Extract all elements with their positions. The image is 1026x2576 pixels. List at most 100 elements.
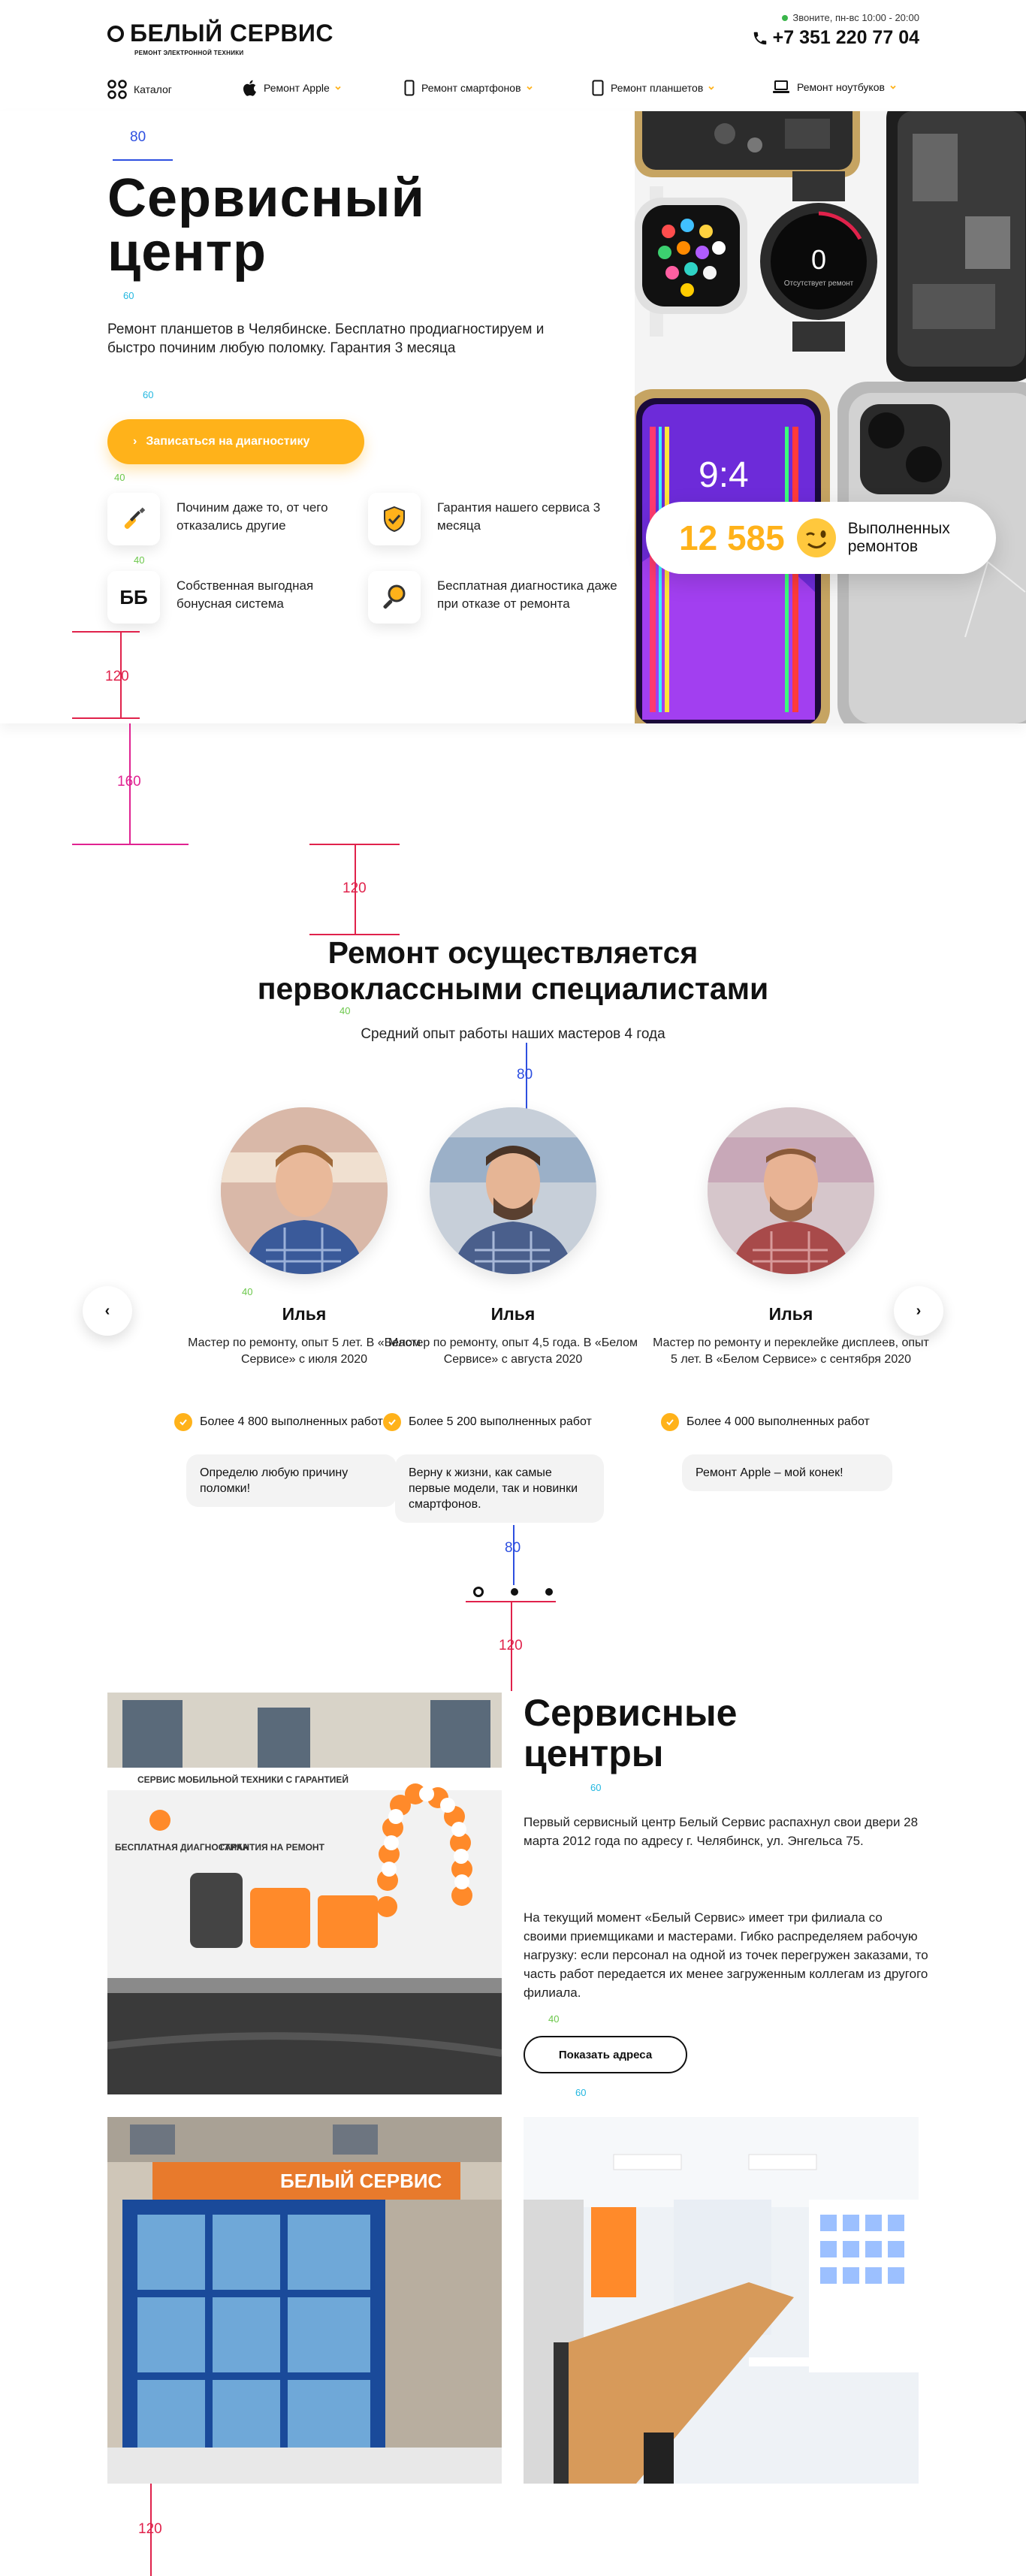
nav-item-smartphones[interactable]: Ремонт смартфонов xyxy=(404,80,533,96)
feature-item: Бесплатная диагностика даже при отказе о… xyxy=(368,571,617,624)
nav-item-catalog[interactable]: Каталог xyxy=(107,80,172,99)
service-center-photo-2: БЕЛЫЙ СЕРВИС xyxy=(107,2117,502,2484)
spacing-annotation: 80 xyxy=(130,129,146,145)
nav-item-apple[interactable]: Ремонт Apple xyxy=(242,80,341,96)
chevron-right-icon: › xyxy=(133,435,137,448)
service-centers-text-1: Первый сервисный центр Белый Сервис расп… xyxy=(524,1815,919,1848)
master-name: Илья xyxy=(768,1304,813,1324)
spacing-annotation: 60 xyxy=(123,290,134,301)
chevron-left-icon: ‹ xyxy=(104,1302,110,1319)
pagination-dot[interactable] xyxy=(545,1588,553,1596)
logo-text: БЕЛЫЙ СЕРВИС xyxy=(130,20,334,47)
feature-item: Гарантия нашего сервиса 3 месяца xyxy=(368,493,617,545)
site-header: БЕЛЫЙ СЕРВИС РЕМОНТ ЭЛЕКТРОННОЙ ТЕХНИКИ … xyxy=(0,0,1026,66)
storefront-banner-text: СЕРВИС МОБИЛЬНОЙ ТЕХНИКИ С ГАРАНТИЕЙ xyxy=(137,1774,349,1785)
nav-label: Ремонт смартфонов xyxy=(421,82,521,94)
main-nav: Каталог Ремонт Apple Ремонт смартфонов Р… xyxy=(0,66,1026,111)
storefront-banner-right: ГАРАНТИЯ НА РЕМОНТ xyxy=(220,1842,325,1853)
spacing-guide xyxy=(511,1601,512,1691)
chevron-down-icon xyxy=(890,85,896,89)
pagination-dot[interactable] xyxy=(473,1587,484,1597)
spacing-annotation: 60 xyxy=(143,389,154,400)
spacing-guide xyxy=(72,631,140,633)
feature-text: Починим даже то, от чего отказались друг… xyxy=(177,500,328,533)
specialists-subtitle: Средний опыт работы наших мастеров 4 год… xyxy=(361,1026,665,1042)
hero-device-collage: 0 Отсутствует ремонт 9:4 xyxy=(635,111,1026,723)
spacing-annotation: 40 xyxy=(242,1286,253,1297)
spacing-guide xyxy=(72,844,189,845)
chevron-down-icon xyxy=(526,86,533,90)
logo-ring-icon xyxy=(107,25,124,42)
pagination-dot[interactable] xyxy=(511,1588,518,1596)
check-icon xyxy=(174,1413,192,1431)
hero-title: Сервисный центр xyxy=(107,168,425,282)
feature-text: Собственная выгодная бонусная система xyxy=(177,578,314,611)
repairs-label: Выполненных ремонтов xyxy=(847,520,950,555)
spacing-annotation: 120 xyxy=(105,669,129,684)
master-avatar xyxy=(430,1107,596,1274)
repairs-count: 12 585 xyxy=(679,518,785,557)
logo[interactable]: БЕЛЫЙ СЕРВИС РЕМОНТ ЭЛЕКТРОННОЙ ТЕХНИКИ xyxy=(107,20,333,56)
status-dot-icon xyxy=(782,14,789,21)
master-avatar xyxy=(708,1107,874,1274)
master-info: Мастер по ремонту и переклейке дисплеев,… xyxy=(653,1336,929,1366)
spacing-guide xyxy=(513,1525,515,1585)
bonus-icon: ББ xyxy=(107,571,160,624)
nav-label: Каталог xyxy=(134,83,172,95)
master-quote: Верну к жизни, как самые первые модели, … xyxy=(395,1454,604,1523)
wink-emoji-icon xyxy=(796,518,836,557)
logo-subtitle: РЕМОНТ ЭЛЕКТРОННОЙ ТЕХНИКИ xyxy=(134,50,244,56)
apple-icon xyxy=(243,80,256,96)
master-works: Более 4 000 выполненных работ xyxy=(661,1413,870,1431)
chevron-down-icon xyxy=(335,86,341,90)
phone-clock: 9:4 xyxy=(699,455,749,495)
nav-item-tablets[interactable]: Ремонт планшетов xyxy=(592,80,714,96)
master-avatar xyxy=(221,1107,388,1274)
service-centers-text-2: На текущий момент «Белый Сервис» имеет т… xyxy=(524,1910,928,2000)
hero-section: Сервисный центр Ремонт планшетов в Челяб… xyxy=(0,111,1026,723)
service-center-photo-3 xyxy=(524,2117,919,2484)
master-card: Илья Мастер по ремонту, опыт 4,5 года. В… xyxy=(374,1107,652,1528)
check-icon xyxy=(661,1413,679,1431)
carousel-prev-button[interactable]: ‹ xyxy=(83,1286,132,1336)
storefront-sign-text: БЕЛЫЙ СЕРВИС xyxy=(280,2170,442,2192)
phone-icon xyxy=(753,32,766,44)
grid-icon xyxy=(107,80,127,99)
phone-link[interactable]: +7 351 220 77 04 xyxy=(752,27,919,49)
feature-text: Гарантия нашего сервиса 3 месяца xyxy=(437,500,601,533)
feature-item: ББ Собственная выгодная бонусная система xyxy=(107,571,357,624)
spacing-annotation: 80 xyxy=(517,1067,533,1083)
spacing-guide xyxy=(355,844,356,934)
carousel-pagination xyxy=(473,1587,553,1597)
master-works: Более 4 800 выполненных работ xyxy=(174,1413,383,1431)
master-name: Илья xyxy=(490,1304,536,1324)
master-card: Илья Мастер по ремонту и переклейке дисп… xyxy=(652,1107,930,1528)
specialists-title: Ремонт осуществляется первоклассными спе… xyxy=(257,935,769,1006)
master-quote: Определю любую причину поломки! xyxy=(186,1454,397,1507)
tablet-icon xyxy=(592,80,604,96)
nav-item-laptops[interactable]: Ремонт ноутбуков xyxy=(772,80,896,95)
spacing-guide xyxy=(72,717,140,719)
diagnostics-signup-button[interactable]: › Записаться на диагностику xyxy=(107,419,364,464)
working-hours: Звоните, пн-вс 10:00 - 20:00 xyxy=(782,12,919,23)
master-works: Более 5 200 выполненных работ xyxy=(383,1413,592,1431)
spacing-guide xyxy=(526,1043,527,1109)
spacing-guide xyxy=(113,159,173,161)
magnifier-icon xyxy=(368,571,421,624)
spacing-annotation: 40 xyxy=(339,1005,351,1016)
spacing-annotation: 40 xyxy=(548,2013,560,2025)
nav-label: Ремонт планшетов xyxy=(611,82,704,94)
device-collage-image: 0 Отсутствует ремонт 9:4 xyxy=(635,111,1026,723)
watch-small-text: Отсутствует ремонт xyxy=(784,279,854,288)
spacing-annotation: 60 xyxy=(575,2087,587,2098)
spacing-guide xyxy=(129,723,131,844)
laptop-icon xyxy=(773,80,789,93)
working-hours-text: Звоните, пн-вс 10:00 - 20:00 xyxy=(792,12,919,23)
service-centers-title: Сервисные центры xyxy=(524,1692,738,1774)
show-addresses-button[interactable]: Показать адреса xyxy=(524,2036,687,2073)
spacing-annotation: 40 xyxy=(114,472,125,483)
feature-item: Починим даже то, от чего отказались друг… xyxy=(107,493,357,545)
spacing-guide xyxy=(150,2484,152,2576)
phone-number: +7 351 220 77 04 xyxy=(772,27,919,48)
screwdriver-icon xyxy=(107,493,160,545)
